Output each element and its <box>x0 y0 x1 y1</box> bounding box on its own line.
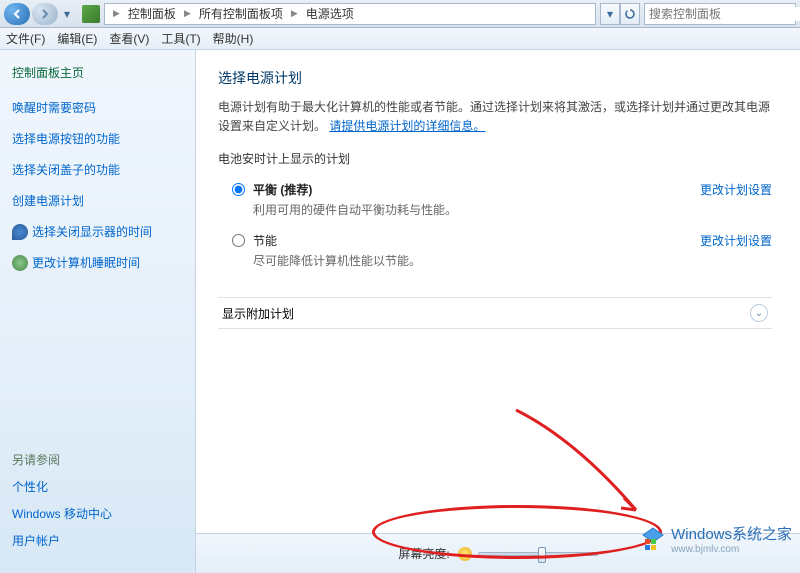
plan-name: 节能 <box>253 232 700 249</box>
plan-details-link[interactable]: 请提供电源计划的详细信息。 <box>329 119 485 133</box>
menu-view[interactable]: 查看(V) <box>109 30 149 47</box>
chevron-right-icon: ▶ <box>180 8 195 19</box>
main-panel: 选择电源计划 电源计划有助于最大化计算机的性能或者节能。通过选择计划来将其激活，… <box>196 50 800 573</box>
change-plan-link[interactable]: 更改计划设置 <box>700 232 772 249</box>
brightness-slider[interactable] <box>478 552 598 556</box>
forward-button[interactable] <box>32 3 58 25</box>
brightness-label: 屏幕亮度: <box>398 545 449 562</box>
back-button[interactable] <box>4 3 30 25</box>
menu-edit[interactable]: 编辑(E) <box>57 30 97 47</box>
seealso-mobility[interactable]: Windows 移动中心 <box>12 505 112 522</box>
sidebar-link-display-off[interactable]: 选择关闭显示器的时间 <box>32 223 152 240</box>
plan-desc: 尽可能降低计算机性能以节能。 <box>253 252 700 269</box>
sidebar: 控制面板主页 唤醒时需要密码 选择电源按钮的功能 选择关闭盖子的功能 创建电源计… <box>0 50 196 573</box>
sidebar-link-sleep[interactable]: 更改计算机睡眠时间 <box>32 254 140 271</box>
menu-help[interactable]: 帮助(H) <box>213 30 254 47</box>
sun-icon <box>458 547 472 561</box>
show-additional-plans[interactable]: 显示附加计划 ⌄ <box>218 297 772 329</box>
slider-thumb[interactable] <box>538 547 546 563</box>
plan-balanced: 平衡 (推荐) 利用可用的硬件自动平衡功耗与性能。 更改计划设置 <box>218 177 772 228</box>
sidebar-link-create-plan[interactable]: 创建电源计划 <box>12 192 183 209</box>
chevron-right-icon: ▶ <box>287 8 302 19</box>
titlebar: ▾ ▶ 控制面板 ▶ 所有控制面板项 ▶ 电源选项 ▾ <box>0 0 800 28</box>
control-panel-icon <box>82 5 100 23</box>
menubar: 文件(F) 编辑(E) 查看(V) 工具(T) 帮助(H) <box>0 28 800 50</box>
expander-label: 显示附加计划 <box>222 305 294 322</box>
search-field[interactable] <box>649 7 800 21</box>
shield-icon <box>12 224 28 240</box>
breadcrumb[interactable]: ▶ 控制面板 ▶ 所有控制面板项 ▶ 电源选项 <box>104 3 596 25</box>
plan-desc: 利用可用的硬件自动平衡功耗与性能。 <box>253 201 700 218</box>
sidebar-link-power-button[interactable]: 选择电源按钮的功能 <box>12 130 183 147</box>
chevron-down-icon: ⌄ <box>750 304 768 322</box>
breadcrumb-item[interactable]: 控制面板 <box>124 5 180 22</box>
seealso-personalize[interactable]: 个性化 <box>12 478 112 495</box>
breadcrumb-item[interactable]: 电源选项 <box>302 5 358 22</box>
plan-name: 平衡 (推荐) <box>253 181 700 198</box>
search-input[interactable] <box>644 3 796 25</box>
refresh-button[interactable] <box>620 3 640 25</box>
see-also-header: 另请参阅 <box>12 451 112 468</box>
control-panel-home-link[interactable]: 控制面板主页 <box>12 64 183 81</box>
see-also-section: 另请参阅 个性化 Windows 移动中心 用户帐户 <box>12 451 112 559</box>
plan-radio-balanced[interactable] <box>232 183 245 196</box>
plan-radio-saver[interactable] <box>232 234 245 247</box>
plan-saver: 节能 尽可能降低计算机性能以节能。 更改计划设置 <box>218 228 772 279</box>
breadcrumb-item[interactable]: 所有控制面板项 <box>195 5 287 22</box>
page-title: 选择电源计划 <box>218 68 772 88</box>
seealso-users[interactable]: 用户帐户 <box>12 532 112 549</box>
footer-bar: 屏幕亮度: <box>196 533 800 573</box>
section-header: 电池安时计上显示的计划 <box>218 150 772 167</box>
chevron-right-icon: ▶ <box>109 8 124 19</box>
sidebar-link-password[interactable]: 唤醒时需要密码 <box>12 99 183 116</box>
menu-file[interactable]: 文件(F) <box>6 30 45 47</box>
menu-tools[interactable]: 工具(T) <box>161 30 200 47</box>
page-description: 电源计划有助于最大化计算机的性能或者节能。通过选择计划来将其激活，或选择计划并通… <box>218 98 772 136</box>
sidebar-link-lid[interactable]: 选择关闭盖子的功能 <box>12 161 183 178</box>
breadcrumb-dropdown[interactable]: ▾ <box>600 3 620 25</box>
history-dropdown[interactable]: ▾ <box>60 3 74 25</box>
clock-icon <box>12 255 28 271</box>
change-plan-link[interactable]: 更改计划设置 <box>700 181 772 198</box>
